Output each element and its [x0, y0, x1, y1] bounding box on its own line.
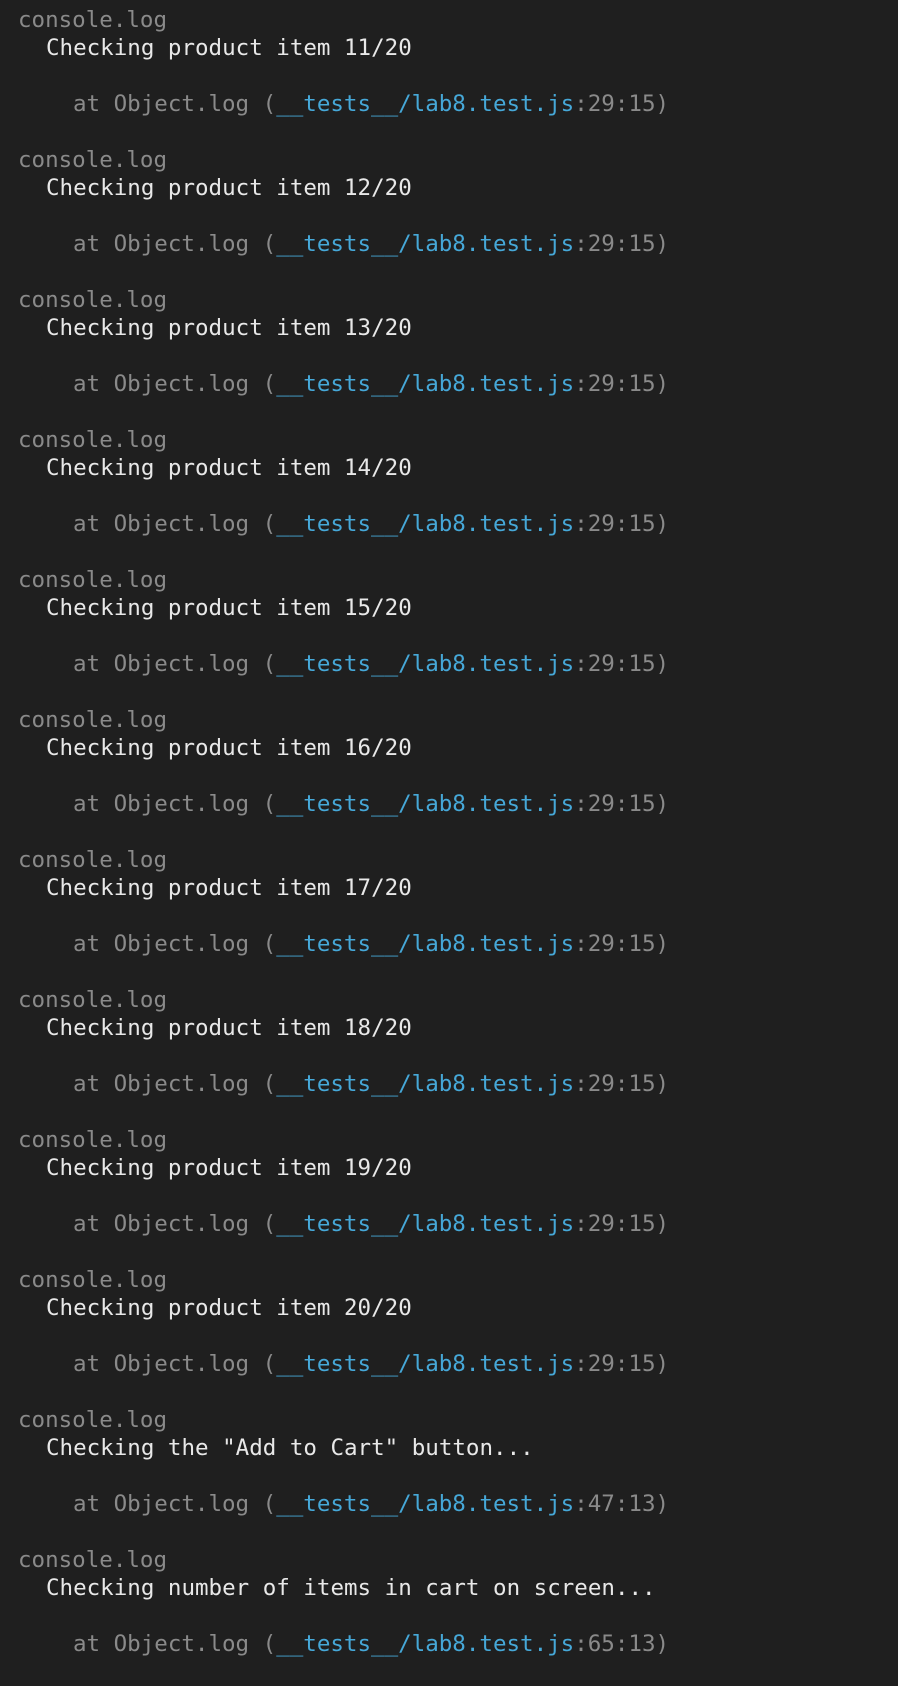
log-entry: console.log Checking product item 19/20 … — [0, 1126, 898, 1266]
trace-file-link[interactable]: __tests__/lab8.test.js — [276, 1211, 574, 1237]
trace-file-link[interactable]: __tests__/lab8.test.js — [276, 931, 574, 957]
trace-file-link[interactable]: __tests__/lab8.test.js — [276, 791, 574, 817]
log-label: console.log — [18, 987, 168, 1013]
trace-prefix: at Object.log ( — [73, 371, 277, 397]
trace-location: :29:15) — [574, 231, 670, 257]
trace-prefix: at Object.log ( — [73, 791, 277, 817]
log-message: Checking number of items in cart on scre… — [46, 1575, 656, 1601]
log-entry: console.log Checking number of items in … — [0, 1546, 898, 1686]
log-message: Checking product item 14/20 — [46, 455, 412, 481]
log-label: console.log — [18, 567, 168, 593]
log-message: Checking product item 19/20 — [46, 1155, 412, 1181]
trace-file-link[interactable]: __tests__/lab8.test.js — [276, 1351, 574, 1377]
log-message: Checking product item 11/20 — [46, 35, 412, 61]
stack-trace: at Object.log (__tests__/lab8.test.js:29… — [73, 650, 669, 678]
log-label: console.log — [18, 147, 168, 173]
log-entry: console.log Checking product item 13/20 … — [0, 286, 898, 426]
log-label: console.log — [18, 1547, 168, 1573]
log-entry: console.log Checking product item 16/20 … — [0, 706, 898, 846]
log-entry: console.log Checking product item 14/20 … — [0, 426, 898, 566]
stack-trace: at Object.log (__tests__/lab8.test.js:29… — [73, 1070, 669, 1098]
log-entry: console.log Checking product item 12/20 … — [0, 146, 898, 286]
terminal-output[interactable]: console.log Checking product item 11/20 … — [0, 0, 898, 1664]
log-label: console.log — [18, 707, 168, 733]
log-label: console.log — [18, 1267, 168, 1293]
log-entry: console.log Checking product item 20/20 … — [0, 1266, 898, 1406]
trace-prefix: at Object.log ( — [73, 1071, 277, 1097]
trace-location: :29:15) — [574, 91, 670, 117]
log-entry: console.log Checking product item 17/20 … — [0, 846, 898, 986]
log-entry: console.log Checking product item 15/20 … — [0, 566, 898, 706]
log-entry: console.log Checking product item 11/20 … — [0, 6, 898, 146]
stack-trace: at Object.log (__tests__/lab8.test.js:29… — [73, 90, 669, 118]
trace-file-link[interactable]: __tests__/lab8.test.js — [276, 511, 574, 537]
log-message: Checking the "Add to Cart" button... — [46, 1435, 534, 1461]
log-label: console.log — [18, 287, 168, 313]
log-message: Checking product item 17/20 — [46, 875, 412, 901]
trace-location: :29:15) — [574, 791, 670, 817]
trace-file-link[interactable]: __tests__/lab8.test.js — [276, 651, 574, 677]
log-label: console.log — [18, 427, 168, 453]
log-label: console.log — [18, 1407, 168, 1433]
stack-trace: at Object.log (__tests__/lab8.test.js:29… — [73, 1350, 669, 1378]
log-message: Checking product item 18/20 — [46, 1015, 412, 1041]
trace-prefix: at Object.log ( — [73, 651, 277, 677]
stack-trace: at Object.log (__tests__/lab8.test.js:29… — [73, 370, 669, 398]
trace-prefix: at Object.log ( — [73, 931, 277, 957]
log-label: console.log — [18, 7, 168, 33]
log-message: Checking product item 12/20 — [46, 175, 412, 201]
stack-trace: at Object.log (__tests__/lab8.test.js:29… — [73, 930, 669, 958]
trace-prefix: at Object.log ( — [73, 1211, 277, 1237]
log-message: Checking product item 16/20 — [46, 735, 412, 761]
trace-location: :29:15) — [574, 1351, 670, 1377]
log-entry: console.log Checking product item 18/20 … — [0, 986, 898, 1126]
trace-file-link[interactable]: __tests__/lab8.test.js — [276, 91, 574, 117]
trace-prefix: at Object.log ( — [73, 1351, 277, 1377]
log-label: console.log — [18, 1127, 168, 1153]
stack-trace: at Object.log (__tests__/lab8.test.js:29… — [73, 230, 669, 258]
trace-location: :29:15) — [574, 371, 670, 397]
trace-file-link[interactable]: __tests__/lab8.test.js — [276, 1071, 574, 1097]
trace-prefix: at Object.log ( — [73, 1491, 277, 1517]
trace-location: :29:15) — [574, 511, 670, 537]
log-message: Checking product item 13/20 — [46, 315, 412, 341]
stack-trace: at Object.log (__tests__/lab8.test.js:29… — [73, 790, 669, 818]
trace-location: :29:15) — [574, 931, 670, 957]
trace-location: :29:15) — [574, 651, 670, 677]
trace-file-link[interactable]: __tests__/lab8.test.js — [276, 1631, 574, 1657]
trace-file-link[interactable]: __tests__/lab8.test.js — [276, 371, 574, 397]
stack-trace: at Object.log (__tests__/lab8.test.js:29… — [73, 510, 669, 538]
trace-file-link[interactable]: __tests__/lab8.test.js — [276, 231, 574, 257]
stack-trace: at Object.log (__tests__/lab8.test.js:47… — [73, 1490, 669, 1518]
stack-trace: at Object.log (__tests__/lab8.test.js:29… — [73, 1210, 669, 1238]
trace-location: :65:13) — [574, 1631, 670, 1657]
trace-prefix: at Object.log ( — [73, 91, 277, 117]
log-message: Checking product item 20/20 — [46, 1295, 412, 1321]
log-label: console.log — [18, 847, 168, 873]
trace-location: :29:15) — [574, 1071, 670, 1097]
trace-prefix: at Object.log ( — [73, 1631, 277, 1657]
trace-location: :29:15) — [574, 1211, 670, 1237]
trace-location: :47:13) — [574, 1491, 670, 1517]
trace-prefix: at Object.log ( — [73, 511, 277, 537]
trace-prefix: at Object.log ( — [73, 231, 277, 257]
log-message: Checking product item 15/20 — [46, 595, 412, 621]
stack-trace: at Object.log (__tests__/lab8.test.js:65… — [73, 1630, 669, 1658]
trace-file-link[interactable]: __tests__/lab8.test.js — [276, 1491, 574, 1517]
log-entry: console.log Checking the "Add to Cart" b… — [0, 1406, 898, 1546]
